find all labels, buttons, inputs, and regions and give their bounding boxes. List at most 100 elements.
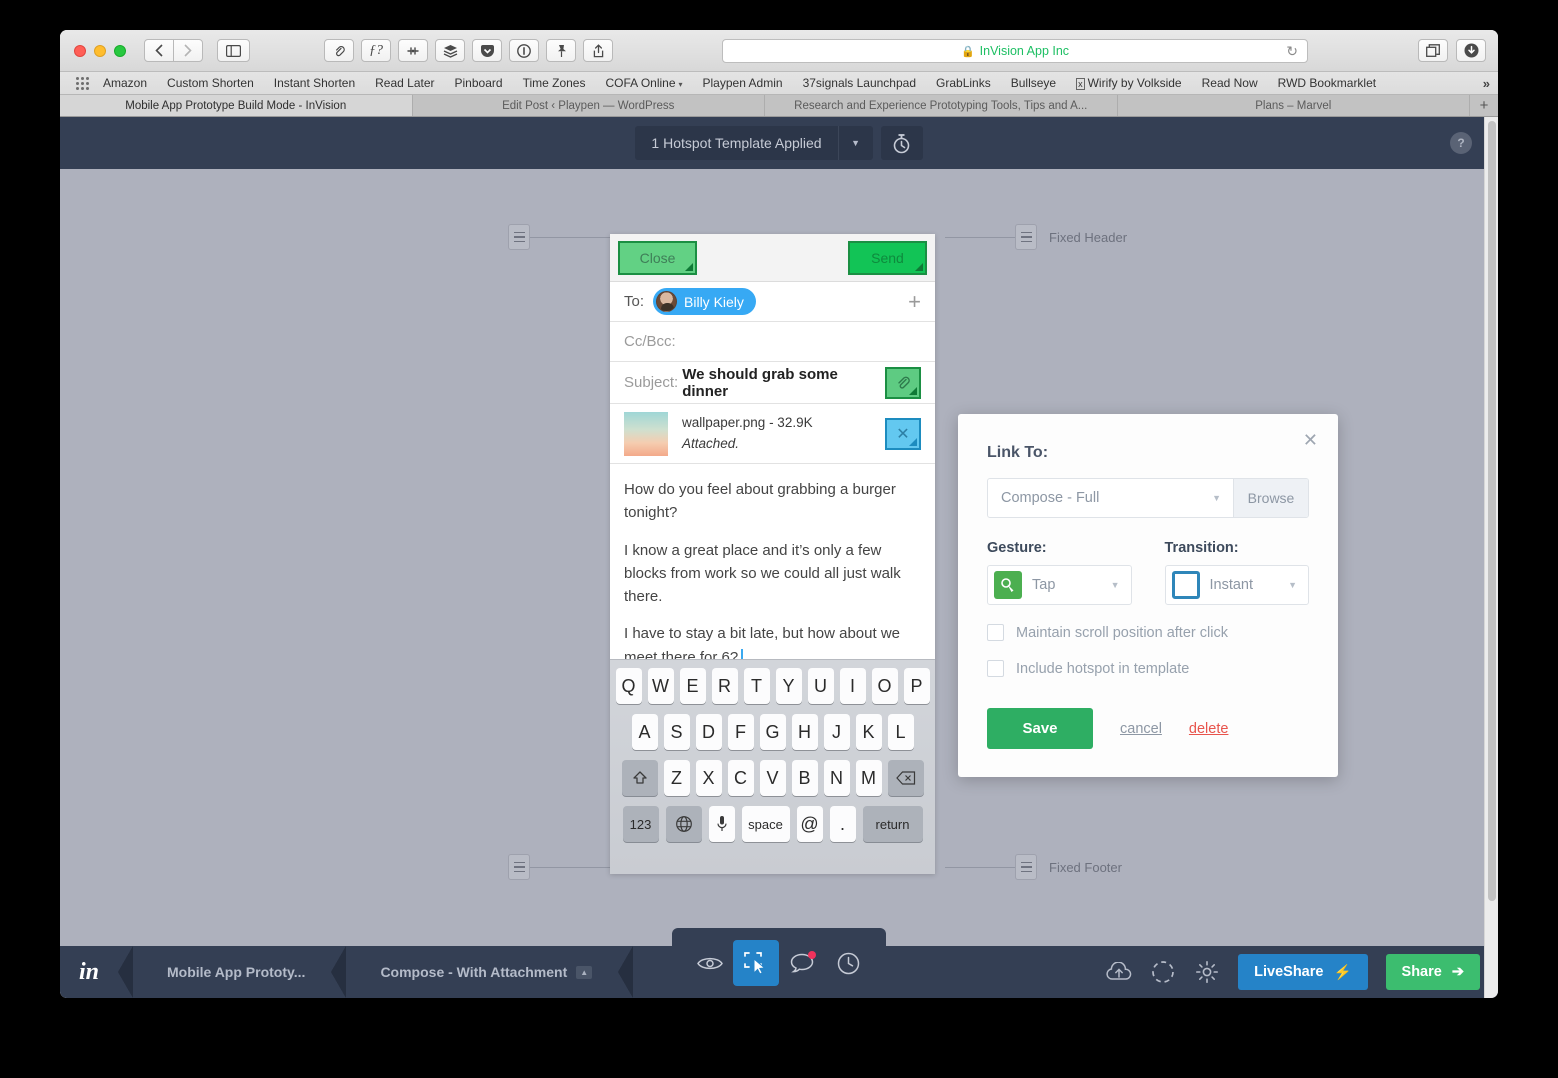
history-mode-button[interactable] <box>825 940 871 986</box>
key-v[interactable]: V <box>759 760 786 796</box>
key-d[interactable]: D <box>695 714 722 750</box>
subject-row[interactable]: Subject: We should grab some dinner <box>610 362 935 404</box>
bookmark-instant-shorten[interactable]: Instant Shorten <box>274 76 355 90</box>
cc-bcc-row[interactable]: Cc/Bcc: <box>610 322 935 362</box>
preview-mode-button[interactable] <box>687 940 733 986</box>
bookmark-playpen-admin[interactable]: Playpen Admin <box>703 76 783 90</box>
bookmarks-overflow-button[interactable]: » <box>1483 76 1490 91</box>
downloads-icon[interactable] <box>1456 39 1486 62</box>
tabs-overview-icon[interactable] <box>1418 39 1448 62</box>
key-x[interactable]: X <box>695 760 722 796</box>
bookmark-37signals-launchpad[interactable]: 37signals Launchpad <box>803 76 916 90</box>
fixed-header-marker-right[interactable]: Fixed Header <box>945 224 1127 250</box>
key-j[interactable]: J <box>823 714 850 750</box>
instapaper-icon[interactable] <box>509 39 539 62</box>
sparkle-icon[interactable] <box>398 39 428 62</box>
link-target-select[interactable]: Compose - Full ▼ <box>988 479 1233 517</box>
fixed-footer-marker-right[interactable]: Fixed Footer <box>945 854 1122 880</box>
minimize-window-button[interactable] <box>94 44 106 57</box>
link-icon[interactable] <box>324 39 354 62</box>
hotspot-template-dropdown[interactable]: 1 Hotspot Template Applied ▼ <box>635 126 873 160</box>
key-l[interactable]: L <box>887 714 914 750</box>
bookmark-grablinks[interactable]: GrabLinks <box>936 76 991 90</box>
key-i[interactable]: I <box>839 668 866 704</box>
bookmark-amazon[interactable]: Amazon <box>103 76 147 90</box>
key-z[interactable]: Z <box>663 760 690 796</box>
bookmark-cofa-online[interactable]: COFA Online ▾ <box>605 76 682 90</box>
bookmark-read-now[interactable]: Read Now <box>1202 76 1258 90</box>
key-n[interactable]: N <box>823 760 850 796</box>
numbers-key[interactable]: 123 <box>622 806 659 842</box>
key-e[interactable]: E <box>679 668 706 704</box>
close-window-button[interactable] <box>74 44 86 57</box>
cancel-link[interactable]: cancel <box>1120 721 1162 737</box>
sidebar-toggle-button[interactable] <box>217 39 250 62</box>
key-q[interactable]: Q <box>615 668 642 704</box>
space-key[interactable]: space <box>741 806 790 842</box>
transition-select[interactable]: Instant ▼ <box>1164 565 1309 605</box>
key-g[interactable]: G <box>759 714 786 750</box>
key-o[interactable]: O <box>871 668 898 704</box>
function-icon[interactable]: ƒ? <box>361 39 391 62</box>
tab-marvel[interactable]: Plans – Marvel <box>1117 95 1470 116</box>
mic-key[interactable] <box>708 806 735 842</box>
period-key[interactable]: . <box>829 806 856 842</box>
stopwatch-icon[interactable] <box>880 126 923 160</box>
scrollbar-thumb[interactable] <box>1488 121 1496 901</box>
bookmark-time-zones[interactable]: Time Zones <box>523 76 586 90</box>
save-button[interactable]: Save <box>987 708 1093 749</box>
comment-mode-button[interactable] <box>779 940 825 986</box>
attach-button-hotspot[interactable] <box>885 366 921 399</box>
shift-key[interactable] <box>621 760 658 796</box>
key-r[interactable]: R <box>711 668 738 704</box>
build-mode-button[interactable] <box>733 940 779 986</box>
key-f[interactable]: F <box>727 714 754 750</box>
email-body[interactable]: How do you feel about grabbing a burger … <box>610 464 935 669</box>
maintain-scroll-checkbox-row[interactable]: Maintain scroll position after click <box>987 624 1309 641</box>
tab-wordpress[interactable]: Edit Post ‹ Playpen — WordPress <box>412 95 765 116</box>
bookmark-rwd-bookmarklet[interactable]: RWD Bookmarklet <box>1278 76 1376 90</box>
fixed-header-marker-left[interactable] <box>508 224 626 250</box>
recipient-chip[interactable]: Billy Kiely <box>653 288 756 315</box>
key-u[interactable]: U <box>807 668 834 704</box>
close-button-hotspot[interactable]: Close <box>618 240 697 275</box>
app-scrollbar[interactable] <box>1484 117 1498 998</box>
help-icon[interactable]: ? <box>1450 132 1472 154</box>
remove-attachment-hotspot[interactable]: ✕ <box>885 417 921 450</box>
drag-handle-icon[interactable] <box>508 854 530 880</box>
bookmark-wirify[interactable]: x Wirify by Volkside <box>1076 76 1182 90</box>
tab-research[interactable]: Research and Experience Prototyping Tool… <box>765 95 1118 116</box>
tab-invision[interactable]: Mobile App Prototype Build Mode - InVisi… <box>60 95 413 116</box>
key-b[interactable]: B <box>791 760 818 796</box>
gesture-select[interactable]: Tap ▼ <box>987 565 1132 605</box>
extension-buttons[interactable]: ƒ? <box>324 39 613 62</box>
forward-button[interactable] <box>173 39 203 62</box>
key-w[interactable]: W <box>647 668 674 704</box>
delete-link[interactable]: delete <box>1189 721 1229 737</box>
invision-logo[interactable]: in <box>60 959 118 986</box>
breadcrumb-screen[interactable]: Compose - With Attachment ▲ <box>346 946 618 998</box>
to-row[interactable]: To: Billy Kiely + <box>610 282 935 322</box>
bookmark-bullseye[interactable]: Bullseye <box>1011 76 1056 90</box>
chevron-down-icon[interactable]: ▼ <box>837 126 873 160</box>
reload-icon[interactable]: ↻ <box>1286 43 1298 60</box>
window-controls[interactable] <box>74 44 126 57</box>
pin-icon[interactable] <box>546 39 576 62</box>
key-p[interactable]: P <box>903 668 930 704</box>
add-recipient-icon[interactable]: + <box>908 290 921 313</box>
drag-handle-icon[interactable] <box>1015 224 1037 250</box>
send-button-hotspot[interactable]: Send <box>848 240 927 275</box>
close-icon[interactable]: ✕ <box>1303 430 1318 451</box>
drag-handle-icon[interactable] <box>508 224 530 250</box>
breadcrumb-project[interactable]: Mobile App Prototy... <box>133 946 331 998</box>
key-m[interactable]: M <box>855 760 882 796</box>
bookmark-custom-shorten[interactable]: Custom Shorten <box>167 76 254 90</box>
screen-picker-icon[interactable]: ▲ <box>576 965 593 979</box>
toolbar-right-buttons[interactable] <box>1418 39 1486 62</box>
browse-button[interactable]: Browse <box>1233 479 1308 517</box>
maintain-scroll-checkbox[interactable] <box>987 624 1004 641</box>
drag-handle-icon[interactable] <box>1015 854 1037 880</box>
app-grid-icon[interactable] <box>76 76 89 90</box>
key-t[interactable]: T <box>743 668 770 704</box>
new-tab-button[interactable]: + <box>1470 95 1498 116</box>
